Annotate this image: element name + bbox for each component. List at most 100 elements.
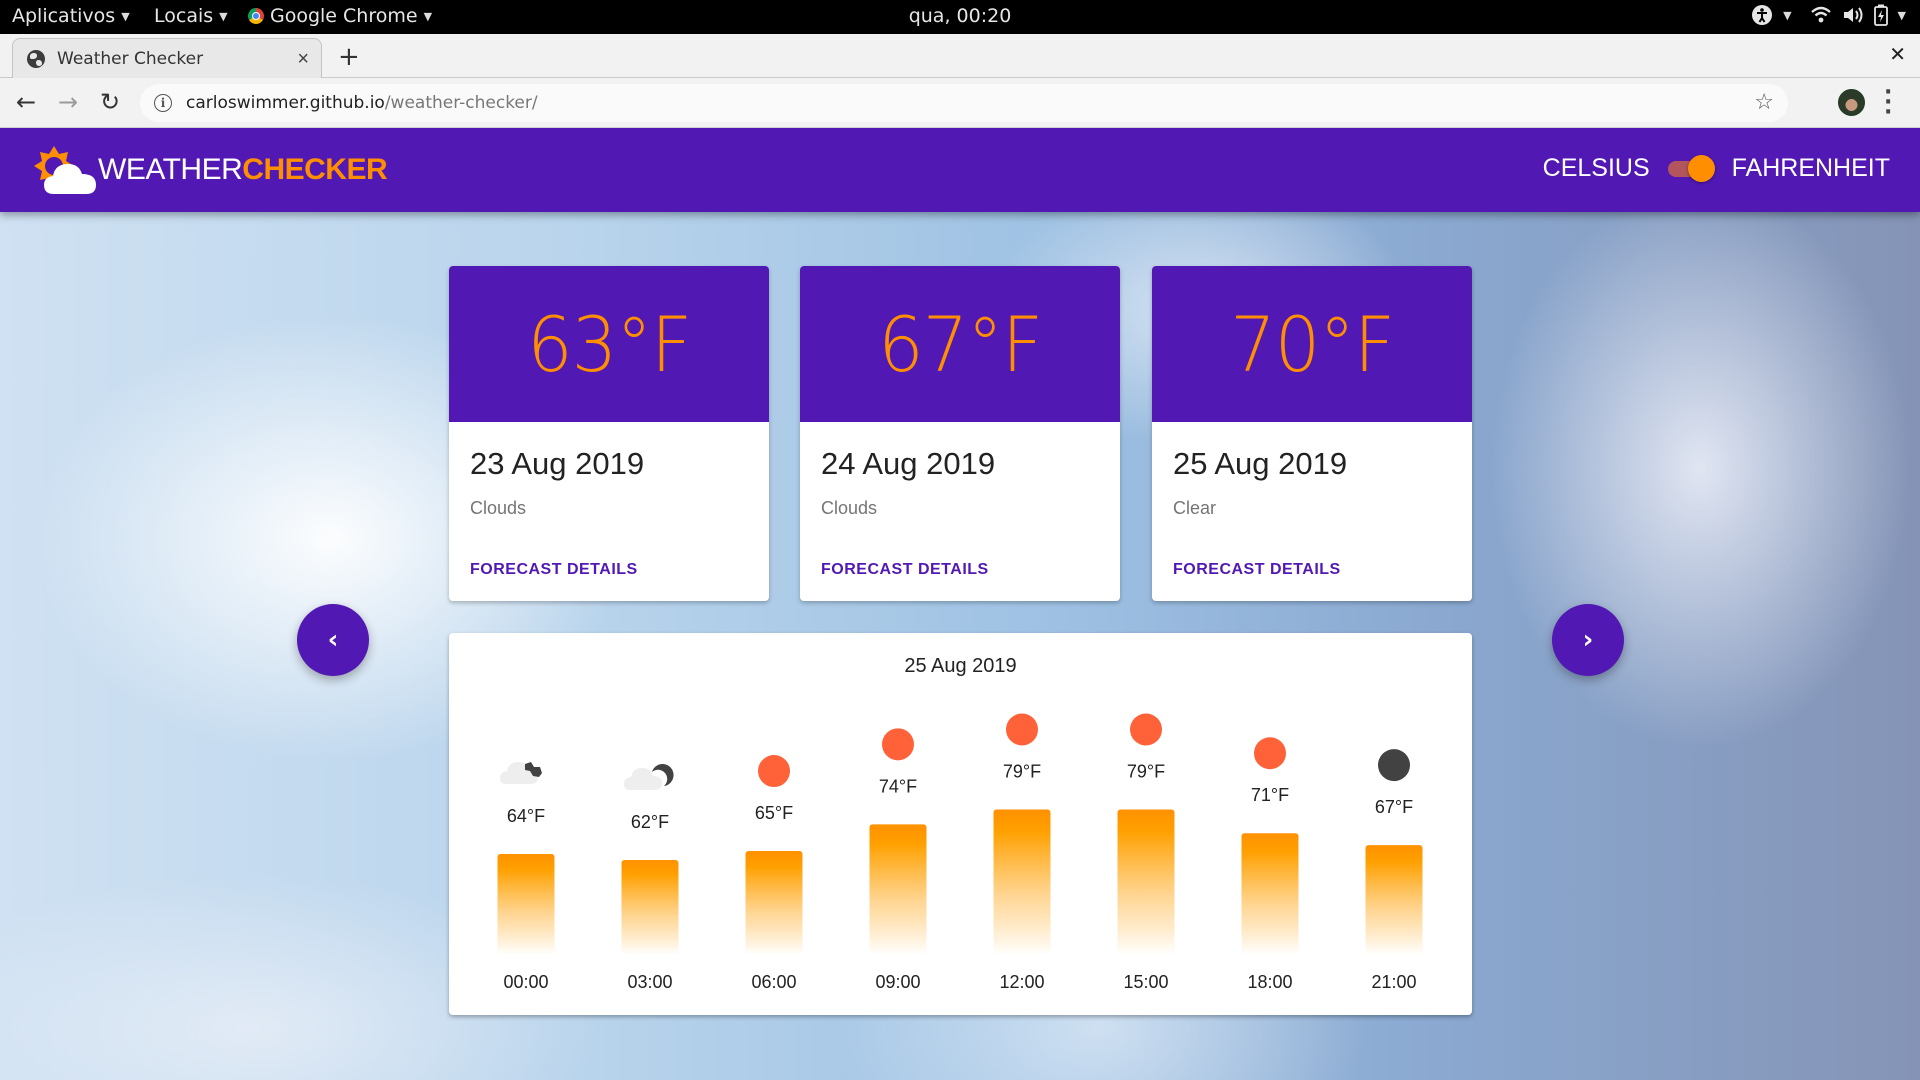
temperature-label: 67°F xyxy=(1375,797,1413,817)
temperature-label: 74°F xyxy=(879,776,917,796)
temperature-bar xyxy=(1117,809,1175,955)
temperature-label: 71°F xyxy=(1251,785,1289,805)
day-card: 67°F 24 Aug 2019 Clouds FORECAST DETAILS xyxy=(800,266,1120,601)
temperature-label: 64°F xyxy=(507,806,545,826)
browser-tab[interactable]: Weather Checker × xyxy=(12,38,322,79)
app-header: WEATHERCHECKER CELSIUS FAHRENHEIT xyxy=(0,128,1920,212)
day-date: 24 Aug 2019 xyxy=(821,446,996,481)
clock[interactable]: qua, 00:20 xyxy=(909,5,1012,27)
temperature-bar xyxy=(993,809,1051,955)
day-temperature: 67°F xyxy=(878,299,1043,389)
weather-checker-page: WEATHERCHECKER CELSIUS FAHRENHEIT 63°F 2… xyxy=(0,128,1920,1080)
chevron-right-icon: › xyxy=(1582,625,1594,655)
sun-icon xyxy=(758,755,790,788)
chevron-down-icon: ▼ xyxy=(423,9,433,23)
chevron-down-icon: ▼ xyxy=(219,9,228,23)
wifi-icon xyxy=(1810,6,1831,23)
next-button[interactable]: › xyxy=(1552,604,1624,676)
temperature-bar xyxy=(497,854,555,955)
browser-tab-strip: Weather Checker × + ✕ xyxy=(0,34,1920,79)
chevron-down-icon: ▼ xyxy=(121,9,130,23)
hour-label: 00:00 xyxy=(503,972,548,992)
logo[interactable]: WEATHERCHECKER xyxy=(30,144,388,196)
forecast-details-button[interactable]: FORECAST DETAILS xyxy=(821,561,989,579)
forecast-details-button[interactable]: FORECAST DETAILS xyxy=(470,561,638,579)
places-menu-label: Locais xyxy=(154,5,214,27)
fahrenheit-label[interactable]: FAHRENHEIT xyxy=(1732,154,1890,183)
chrome-logo-icon xyxy=(248,8,264,24)
temperature-bar xyxy=(745,851,803,955)
sun-icon xyxy=(1130,713,1162,746)
applications-menu-label: Aplicativos xyxy=(12,5,116,27)
places-menu[interactable]: Locais ▼ xyxy=(154,5,228,27)
hour-label: 12:00 xyxy=(999,972,1044,992)
cloud-night-icon xyxy=(624,764,674,790)
sun-icon xyxy=(1254,737,1286,770)
day-date: 25 Aug 2019 xyxy=(1173,446,1348,481)
temperature-bar xyxy=(869,824,927,955)
temperature-label: 79°F xyxy=(1003,761,1041,781)
chevron-down-icon: ▼ xyxy=(1897,8,1906,22)
status-menu[interactable]: ▼ xyxy=(1810,4,1906,26)
temperature-bar xyxy=(1241,833,1299,955)
close-window-button[interactable]: ✕ xyxy=(1889,42,1906,66)
day-condition: Clouds xyxy=(821,498,878,518)
moon-icon xyxy=(1378,749,1410,782)
system-top-bar: Aplicativos ▼ Locais ▼ Google Chrome ▼ q… xyxy=(0,0,1920,34)
chevron-left-icon: ‹ xyxy=(327,625,339,655)
unit-switch[interactable] xyxy=(1667,154,1715,183)
day-card: 63°F 23 Aug 2019 Clouds FORECAST DETAILS xyxy=(449,266,769,601)
globe-icon xyxy=(27,50,45,68)
forward-button[interactable]: → xyxy=(58,88,78,116)
profile-avatar[interactable] xyxy=(1838,89,1865,116)
brand-primary: WEATHER xyxy=(98,153,243,186)
close-tab-icon[interactable]: × xyxy=(297,48,309,71)
temperature-label: 62°F xyxy=(631,812,669,832)
cloud-night-icon xyxy=(500,762,542,785)
brand-accent: CHECKER xyxy=(242,153,388,186)
app-menu-chrome[interactable]: Google Chrome ▼ xyxy=(248,5,432,27)
new-tab-button[interactable]: + xyxy=(338,42,360,72)
hour-label: 06:00 xyxy=(751,972,796,992)
hourly-forecast-card: 25 Aug 2019 64°F 00:00 62°F 03:00 65°F 06:00 7… xyxy=(449,633,1472,1015)
hour-label: 21:00 xyxy=(1371,972,1416,992)
sun-icon xyxy=(1006,713,1038,746)
browser-toolbar: ← → ↻ i carloswimmer.github.io /weather-… xyxy=(0,78,1920,128)
accessibility-icon xyxy=(1752,5,1773,25)
temperature-label: 79°F xyxy=(1127,761,1165,781)
previous-button[interactable]: ‹ xyxy=(297,604,369,676)
reload-button[interactable]: ↻ xyxy=(100,88,120,116)
tab-title: Weather Checker xyxy=(57,49,204,69)
day-temperature: 63°F xyxy=(527,299,692,389)
celsius-label[interactable]: CELSIUS xyxy=(1543,154,1650,183)
hourly-forecast-chart: 64°F 00:00 62°F 03:00 65°F 06:00 74°F 09:00 79°F… xyxy=(497,713,1423,992)
day-card: 70°F 25 Aug 2019 Clear FORECAST DETAILS xyxy=(1152,266,1472,601)
sun-icon xyxy=(882,728,914,761)
url-host: carloswimmer.github.io xyxy=(186,93,385,113)
sun-cloud-logo-icon xyxy=(30,144,96,196)
day-date: 23 Aug 2019 xyxy=(470,446,645,481)
day-temperature: 70°F xyxy=(1230,299,1395,389)
temperature-bar xyxy=(1365,845,1423,955)
browser-menu-button[interactable]: · · · xyxy=(1884,82,1892,124)
hour-label: 15:00 xyxy=(1123,972,1168,992)
temperature-bar xyxy=(621,859,679,955)
day-condition: Clouds xyxy=(470,498,527,518)
hour-label: 03:00 xyxy=(627,972,672,992)
forecast-details-button[interactable]: FORECAST DETAILS xyxy=(1173,561,1341,579)
back-button[interactable]: ← xyxy=(16,88,36,116)
url-path: /weather-checker/ xyxy=(384,93,538,113)
app-menu-label: Google Chrome xyxy=(270,5,418,27)
hour-label: 09:00 xyxy=(875,972,920,992)
volume-icon xyxy=(1843,7,1863,23)
applications-menu[interactable]: Aplicativos ▼ xyxy=(12,5,130,27)
switch-thumb xyxy=(1687,154,1715,182)
chevron-down-icon: ▼ xyxy=(1783,8,1792,22)
accessibility-menu[interactable]: ▼ xyxy=(1751,4,1792,26)
site-info-icon[interactable]: i xyxy=(154,94,172,112)
address-bar[interactable]: i carloswimmer.github.io /weather-checke… xyxy=(140,84,1788,122)
battery-charging-icon xyxy=(1873,4,1888,26)
day-condition: Clear xyxy=(1173,498,1217,518)
bookmark-star-icon[interactable]: ☆ xyxy=(1754,89,1774,115)
hour-label: 18:00 xyxy=(1247,972,1292,992)
